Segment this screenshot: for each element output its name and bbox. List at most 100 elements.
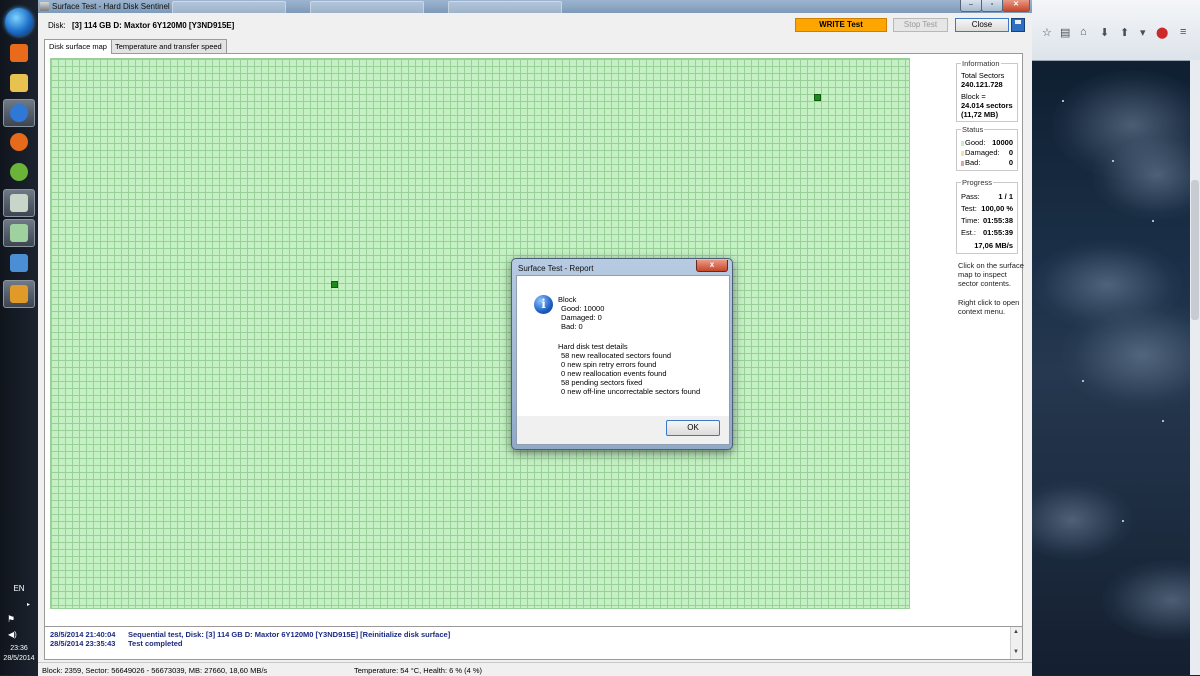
taskbar-firefox[interactable] [3, 129, 35, 155]
information-box: Information Total Sectors 240.121.728 Bl… [956, 59, 1018, 122]
app-icon[interactable] [40, 2, 49, 11]
browser-scrollbar[interactable] [1190, 60, 1200, 675]
taskbar-clock[interactable]: 23:36 28/5/2014 [0, 644, 38, 664]
tray-expand-icon[interactable]: ▸ [27, 601, 30, 608]
taskbar: EN ▸ ⚑ ◀) 23:36 28/5/2014 [0, 0, 39, 675]
status-box: Status Good: 10000 Damaged: 0 Bad: 0 [956, 125, 1018, 171]
adblock-icon[interactable]: ⬤ [1156, 26, 1168, 39]
extension-icon[interactable]: ⬆ [1120, 26, 1129, 39]
progress-box: Progress Pass: 1 / 1 Test: 100,00 % Time… [956, 178, 1018, 254]
taskbar-file-explorer[interactable] [3, 70, 35, 96]
dialog-body: i Block Good: 10000 Damaged: 0 Bad: 0 Ha… [516, 275, 730, 417]
stop-test-button[interactable]: Stop Test [893, 18, 948, 32]
log-scrollbar[interactable]: ▲ ▼ [1010, 627, 1022, 659]
damaged-label: Damaged: [965, 148, 1000, 157]
clock-time: 23:36 [10, 645, 28, 652]
status-title: Status [961, 125, 985, 134]
minimize-button[interactable]: – [960, 0, 982, 12]
taskbar-disk-sentinel[interactable] [3, 189, 35, 217]
tab-disk-surface-map[interactable]: Disk surface map [44, 39, 112, 54]
total-sectors-label: Total Sectors [961, 71, 1005, 80]
scroll-down-icon[interactable]: ▼ [1013, 649, 1019, 655]
status-block-info: Block: 2359, Sector: 56649026 - 56673039… [42, 666, 268, 675]
progress-title: Progress [961, 178, 994, 187]
block-good: Good: 10000 [561, 304, 605, 313]
log-time: 28/5/2014 21:40:04 [50, 630, 116, 639]
block-label: Block = [961, 92, 986, 101]
total-sectors-value: 240.121.728 [961, 80, 1003, 89]
log-time: 28/5/2014 23:35:43 [50, 639, 116, 648]
time-value: 01:55:38 [982, 216, 1013, 225]
hard-disk-icon [10, 224, 28, 242]
detail-line: 58 new reallocated sectors found [561, 351, 672, 360]
info-icon: i [534, 295, 553, 314]
disk-label: Disk: [48, 21, 66, 30]
start-button[interactable] [5, 8, 33, 36]
detail-line: 0 new reallocation events found [561, 369, 667, 378]
log-entry: 28/5/2014 23:35:43 Test completed [50, 639, 182, 648]
pass-value: 1 / 1 [998, 192, 1013, 201]
dialog-title: Surface Test - Report [518, 264, 594, 273]
utorrent-icon [10, 163, 28, 181]
block-bad: Bad: 0 [561, 322, 583, 331]
speed-value: 17,06 MB/s [974, 241, 1013, 250]
taskbar-utorrent[interactable] [3, 159, 35, 185]
firefox-icon [10, 133, 28, 151]
pass-label: Pass: [961, 192, 980, 201]
taskbar-hard-disk[interactable] [3, 219, 35, 247]
reading-list-icon[interactable]: ▤ [1060, 26, 1070, 39]
download-icon[interactable]: ⬇ [1100, 26, 1109, 39]
language-indicator[interactable]: EN [0, 584, 38, 593]
disk-sentinel-icon [10, 194, 28, 212]
block-heading: Block [558, 295, 577, 304]
bad-value: 0 [1008, 158, 1013, 167]
details-heading: Hard disk test details [558, 342, 628, 351]
scroll-up-icon[interactable]: ▲ [1013, 629, 1019, 635]
maximize-button[interactable]: ▫ [981, 0, 1003, 12]
pocket-icon[interactable]: ▾ [1140, 26, 1146, 39]
damaged-value: 0 [1008, 148, 1013, 157]
detail-line: 58 pending sectors fixed [561, 378, 643, 387]
tab-temperature-transfer[interactable]: Temperature and transfer speed [110, 39, 227, 53]
taskbar-tools[interactable] [3, 280, 35, 308]
block-size-value: (11,72 MB) [961, 110, 999, 119]
close-button[interactable]: Close [955, 18, 1009, 32]
dialog-footer: OK [516, 416, 730, 445]
window-close-button[interactable]: ✕ [1002, 0, 1030, 12]
disk-surface-map[interactable] [50, 58, 910, 609]
window-title: Surface Test - Hard Disk Sentinel [52, 2, 170, 11]
save-icon[interactable] [1011, 18, 1025, 32]
network-monitor-icon [10, 254, 28, 272]
home-icon[interactable]: ⌂ [1080, 26, 1087, 38]
highlighted-block[interactable] [331, 281, 338, 288]
time-label: Time: [961, 216, 980, 225]
test-label: Test: [961, 204, 977, 213]
menu-icon[interactable]: ≡ [1180, 26, 1186, 38]
window-titlebar[interactable]: Surface Test - Hard Disk Sentinel – ▫ ✕ [38, 0, 1032, 14]
taskbar-browser[interactable] [3, 99, 35, 127]
volume-icon[interactable]: ◀) [8, 630, 17, 639]
write-test-button[interactable]: WRITE Test [795, 18, 887, 32]
browser-scroll-thumb[interactable] [1191, 180, 1199, 320]
taskbar-network-monitor[interactable] [3, 250, 35, 276]
est-value: 01:55:39 [982, 228, 1013, 237]
good-swatch [961, 140, 964, 146]
file-explorer-icon [10, 74, 28, 92]
highlighted-block[interactable] [814, 94, 821, 101]
click-hint: Click on the surface map to inspect sect… [958, 261, 1024, 288]
dialog-close-button[interactable]: x [696, 260, 728, 272]
information-title: Information [961, 59, 1001, 68]
star-bookmark-icon[interactable]: ☆ [1042, 26, 1052, 39]
detail-line: 0 new spin retry errors found [561, 360, 657, 369]
good-value: 10000 [992, 138, 1013, 147]
action-center-icon[interactable]: ⚑ [7, 614, 15, 625]
test-value: 100,00 % [981, 204, 1013, 213]
right-click-hint: Right click to open context menu. [958, 298, 1020, 316]
media-player-icon [10, 44, 28, 62]
status-temperature-health: Temperature: 54 °C, Health: 6 % (4 %) [354, 666, 483, 675]
bad-swatch [961, 160, 964, 166]
log-panel[interactable]: 28/5/2014 21:40:04 Sequential test, Disk:… [44, 626, 1023, 660]
ok-button[interactable]: OK [666, 420, 720, 436]
block-sectors-value: 24.014 sectors [961, 101, 1013, 110]
taskbar-media-player[interactable] [3, 40, 35, 66]
